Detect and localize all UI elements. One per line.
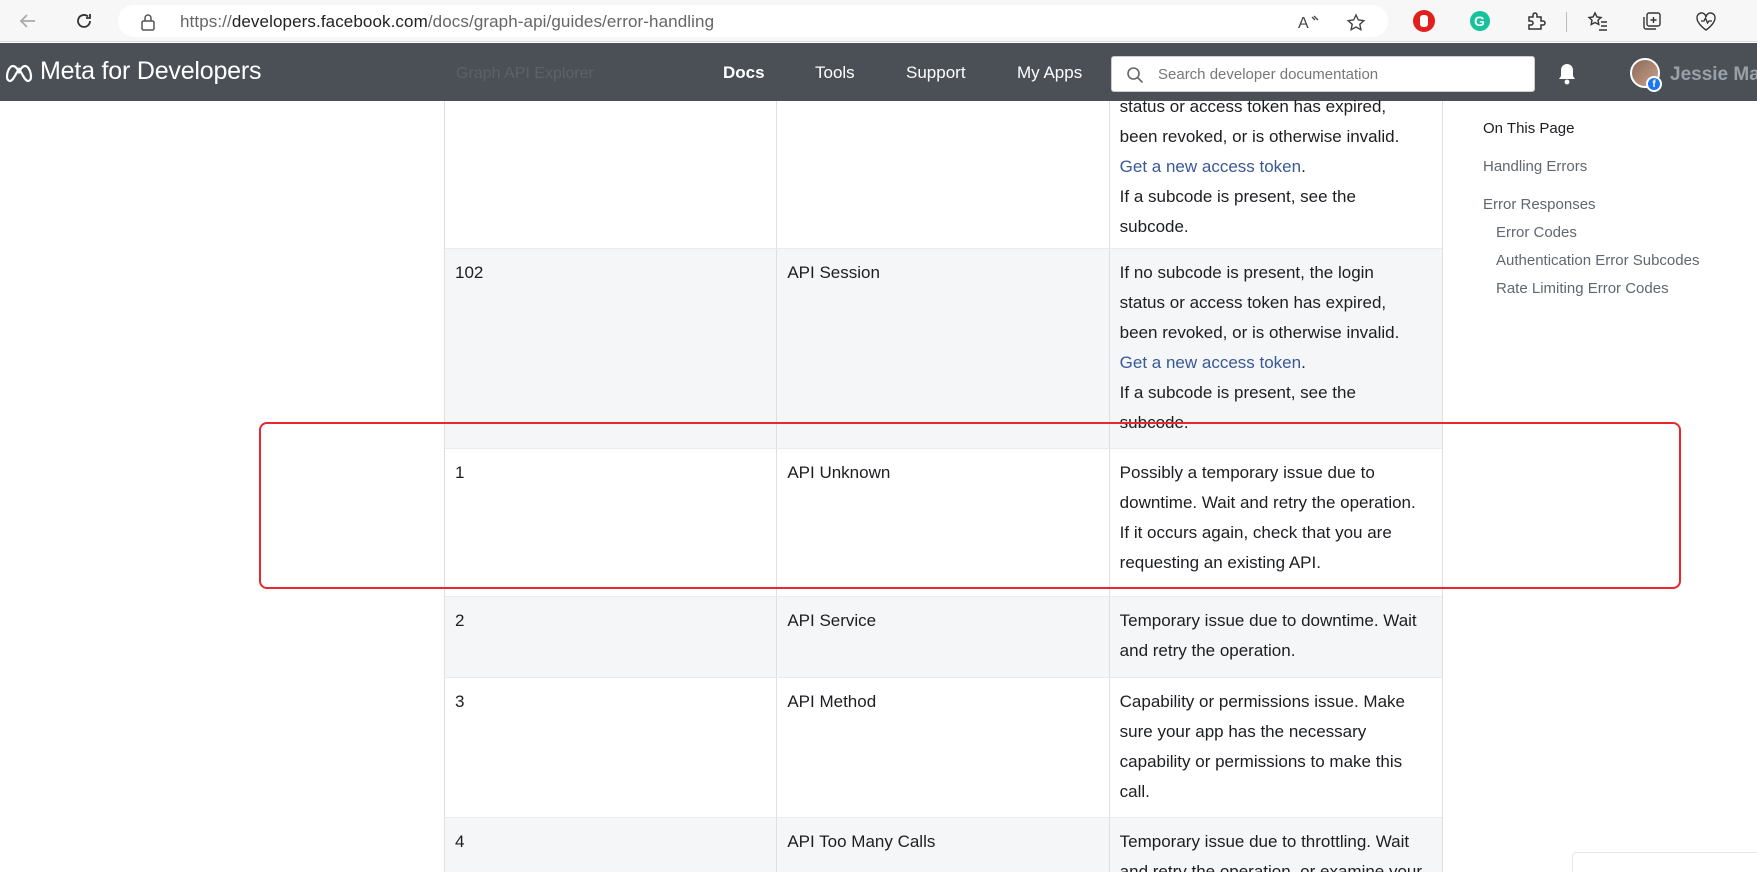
url-path: /docs/graph-api/guides/error-handling bbox=[427, 12, 715, 31]
link-suffix: . bbox=[1301, 353, 1306, 372]
nav-support[interactable]: Support bbox=[906, 63, 966, 83]
refresh-icon[interactable] bbox=[70, 7, 98, 35]
brand-logo-link[interactable]: Meta for Developers bbox=[4, 57, 262, 86]
table-cell-code: 4 bbox=[445, 818, 778, 872]
grammarly-extension-icon[interactable]: G bbox=[1468, 9, 1492, 33]
search-input[interactable]: Search developer documentation bbox=[1111, 56, 1535, 92]
favorite-star-icon[interactable] bbox=[1346, 13, 1366, 38]
description-line: capability or permissions to make this bbox=[1119, 752, 1403, 771]
address-bar[interactable]: https://developers.facebook.com/docs/gra… bbox=[118, 5, 1388, 37]
toc-item-error-codes[interactable]: Error Codes bbox=[1496, 224, 1577, 241]
header-ghost-text: Graph API Explorer bbox=[456, 65, 594, 82]
description-line: and retry the operation. bbox=[1119, 641, 1296, 660]
toc-title: On This Page bbox=[1483, 120, 1575, 137]
table-cell-code: 3 bbox=[445, 678, 778, 817]
description-line: Capability or permissions issue. Make bbox=[1119, 692, 1405, 711]
nav-tools[interactable]: Tools bbox=[815, 63, 855, 83]
description-line: subcode. bbox=[1119, 217, 1189, 236]
table-cell-description: status or access token has expired, been… bbox=[1110, 92, 1442, 248]
table-cell-description: Temporary issue due to downtime. Wait an… bbox=[1110, 597, 1442, 677]
facebook-badge-icon: f bbox=[1646, 76, 1662, 92]
table-row: 2 API Service Temporary issue due to dow… bbox=[445, 597, 1442, 678]
page: https://developers.facebook.com/docs/gra… bbox=[0, 0, 1757, 872]
table-cell-name: API Too Many Calls bbox=[777, 818, 1110, 872]
description-line: status or access token has expired, bbox=[1119, 97, 1387, 116]
description-line: been revoked, or is otherwise invalid. bbox=[1119, 323, 1400, 342]
nav-my-apps[interactable]: My Apps bbox=[1017, 63, 1082, 83]
back-icon[interactable] bbox=[14, 7, 42, 35]
description-line: If a subcode is present, see the bbox=[1119, 383, 1356, 402]
description-line: If a subcode is present, see the bbox=[1119, 187, 1356, 206]
table-cell-description: Possibly a temporary issue due to downti… bbox=[1110, 449, 1442, 596]
table-cell-name bbox=[777, 101, 1110, 248]
description-line: status or access token has expired, bbox=[1119, 293, 1387, 312]
notifications-bell-icon[interactable] bbox=[1556, 62, 1578, 91]
table-row: 4 API Too Many Calls Temporary issue due… bbox=[445, 818, 1442, 872]
error-codes-table: status or access token has expired, been… bbox=[444, 97, 1443, 872]
description-line: subcode. bbox=[1119, 413, 1189, 432]
table-row: 3 API Method Capability or permissions i… bbox=[445, 678, 1442, 818]
description-line: Temporary issue due to throttling. Wait bbox=[1119, 832, 1410, 851]
toc-item-handling-errors[interactable]: Handling Errors bbox=[1483, 158, 1587, 175]
table-cell-code: 1 bbox=[445, 449, 778, 596]
collections-icon[interactable] bbox=[1640, 9, 1664, 33]
adblock-extension-icon[interactable] bbox=[1412, 9, 1436, 33]
user-name[interactable]: Jessie Ma bbox=[1670, 64, 1757, 86]
toc-item-rate-limiting-codes[interactable]: Rate Limiting Error Codes bbox=[1496, 280, 1669, 297]
lock-icon[interactable] bbox=[140, 13, 156, 36]
table-cell-description: Temporary issue due to throttling. Wait … bbox=[1110, 818, 1442, 872]
url-host: developers.facebook.com bbox=[231, 12, 428, 31]
description-line: Possibly a temporary issue due to bbox=[1119, 463, 1375, 482]
meta-logo-icon bbox=[4, 61, 34, 83]
browser-toolbar: https://developers.facebook.com/docs/gra… bbox=[0, 0, 1757, 42]
table-row: 1 API Unknown Possibly a temporary issue… bbox=[445, 449, 1442, 597]
brand-name: Meta for Developers bbox=[40, 57, 262, 85]
description-line: call. bbox=[1119, 782, 1150, 801]
corner-widget[interactable] bbox=[1572, 852, 1757, 872]
get-access-token-link[interactable]: Get a new access token bbox=[1120, 353, 1301, 372]
search-icon bbox=[1126, 66, 1144, 89]
search-placeholder: Search developer documentation bbox=[1158, 66, 1379, 83]
table-cell-name: API Service bbox=[777, 597, 1110, 677]
table-cell-code: 2 bbox=[445, 597, 778, 677]
table-cell-code: 102 bbox=[445, 249, 778, 448]
toolbar-divider bbox=[1566, 12, 1567, 32]
description-line: If it occurs again, check that you are bbox=[1119, 523, 1392, 542]
link-suffix: . bbox=[1301, 157, 1306, 176]
table-row: 102 API Session If no subcode is present… bbox=[445, 249, 1442, 449]
table-cell-code bbox=[445, 101, 778, 248]
description-line: Temporary issue due to downtime. Wait bbox=[1119, 611, 1417, 630]
extensions-puzzle-icon[interactable] bbox=[1524, 9, 1548, 33]
svg-text:G: G bbox=[1474, 13, 1485, 29]
table-cell-name: API Unknown bbox=[777, 449, 1110, 596]
url-prefix: https:// bbox=[180, 12, 232, 31]
toc-item-auth-error-subcodes[interactable]: Authentication Error Subcodes bbox=[1496, 252, 1699, 269]
url-text[interactable]: https://developers.facebook.com/docs/gra… bbox=[180, 12, 714, 32]
favorites-icon[interactable] bbox=[1586, 9, 1610, 33]
nav-docs[interactable]: Docs bbox=[723, 63, 765, 83]
description-line: If no subcode is present, the login bbox=[1119, 263, 1374, 282]
description-line: requesting an existing API. bbox=[1119, 553, 1321, 572]
browser-essentials-icon[interactable] bbox=[1694, 9, 1718, 33]
toc-item-error-responses[interactable]: Error Responses bbox=[1483, 196, 1596, 213]
description-line: sure your app has the necessary bbox=[1119, 722, 1367, 741]
description-line: been revoked, or is otherwise invalid. bbox=[1119, 127, 1400, 146]
svg-text:A: A bbox=[1298, 15, 1309, 31]
table-cell-name: API Session bbox=[777, 249, 1110, 448]
table-row: status or access token has expired, been… bbox=[445, 97, 1442, 249]
description-line: downtime. Wait and retry the operation. bbox=[1119, 493, 1416, 512]
get-access-token-link[interactable]: Get a new access token bbox=[1120, 157, 1301, 176]
table-cell-description: Capability or permissions issue. Make su… bbox=[1110, 678, 1442, 817]
table-cell-description: If no subcode is present, the login stat… bbox=[1110, 249, 1442, 448]
description-line: and retry the operation, or examine your bbox=[1119, 862, 1423, 872]
read-aloud-icon[interactable]: A bbox=[1298, 13, 1320, 36]
table-cell-name: API Method bbox=[777, 678, 1110, 817]
